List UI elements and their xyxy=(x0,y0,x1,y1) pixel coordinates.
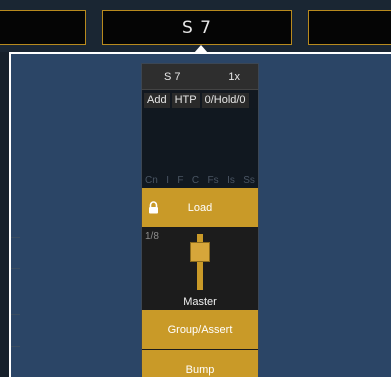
fader-handle[interactable] xyxy=(190,242,210,262)
flag-is: Is xyxy=(227,174,235,186)
flag-ss: Ss xyxy=(243,174,255,186)
fader-name: S 7 xyxy=(164,70,181,83)
badge-hold: 0/Hold/0 xyxy=(201,93,249,108)
side-tick xyxy=(11,346,20,347)
side-tick xyxy=(11,268,20,269)
lock-icon xyxy=(149,201,158,214)
flag-f: F xyxy=(177,174,184,186)
badge-htp: HTP xyxy=(171,93,200,108)
fader-info-area xyxy=(142,108,258,172)
fader-level: 1/8 xyxy=(145,231,159,242)
fader-flags: Cn I F C Fs Is Ss xyxy=(142,172,258,188)
bump-button[interactable]: Bump xyxy=(142,350,258,377)
tab-right[interactable] xyxy=(308,10,391,45)
bump-label: Bump xyxy=(185,364,215,376)
fader-header: S 7 1x xyxy=(142,64,258,90)
group-assert-label: Group/Assert xyxy=(167,323,233,336)
flag-c: C xyxy=(191,174,200,186)
fader-card: S 7 1x Add HTP 0/Hold/0 Cn I F C Fs Is S… xyxy=(141,63,259,377)
group-assert-button[interactable]: Group/Assert xyxy=(142,310,258,350)
side-tick xyxy=(11,314,20,315)
tab-left[interactable] xyxy=(0,10,86,45)
fader-master-label: Master xyxy=(183,296,217,308)
fader-area: 1/8 Master xyxy=(142,228,258,310)
flag-fs: Fs xyxy=(207,174,219,186)
side-tick xyxy=(11,237,20,238)
fader-rate: 1x xyxy=(228,70,240,83)
flag-i: I xyxy=(166,174,169,186)
badge-add: Add xyxy=(144,93,170,108)
flag-cn: Cn xyxy=(145,174,158,186)
tab-s7[interactable]: S 7 xyxy=(102,10,292,45)
load-button[interactable]: Load xyxy=(142,188,258,228)
load-label: Load xyxy=(187,201,213,214)
fader-badges: Add HTP 0/Hold/0 xyxy=(142,90,258,108)
